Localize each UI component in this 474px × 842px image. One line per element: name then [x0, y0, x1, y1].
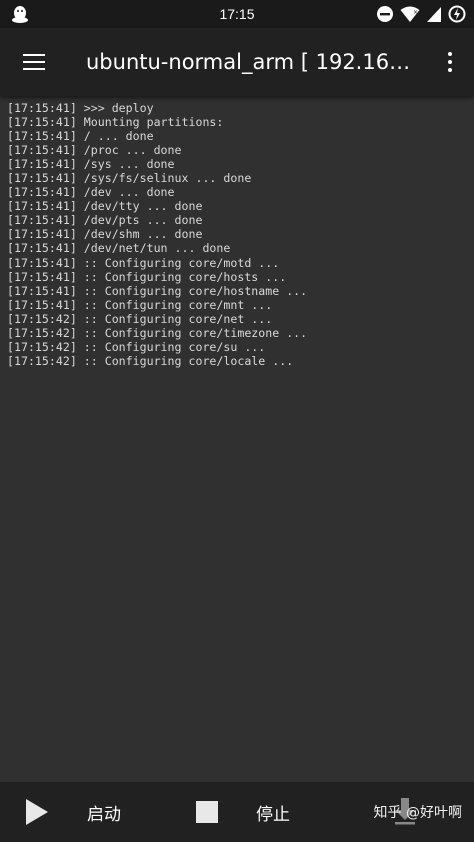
do-not-disturb-icon — [376, 5, 394, 23]
log-line: [17:15:41] Mounting partitions: — [7, 115, 224, 130]
more-vertical-icon — [448, 50, 452, 74]
log-line: [17:15:41] /sys ... done — [7, 157, 175, 172]
app-title: ubuntu-normal_arm [ 192.168... — [86, 50, 422, 74]
log-line: [17:15:41] :: Configuring core/mnt ... — [7, 297, 273, 312]
app-bar: ubuntu-normal_arm [ 192.168... — [0, 28, 474, 96]
battery-charging-icon — [448, 5, 466, 23]
play-icon — [26, 799, 48, 825]
log-line: [17:15:42] :: Configuring core/locale ..… — [7, 353, 294, 368]
log-line: [17:15:42] :: Configuring core/timezone … — [7, 325, 308, 340]
wifi-icon: × — [400, 5, 420, 23]
start-button[interactable]: 启动 — [26, 782, 121, 842]
more-options-button[interactable] — [438, 44, 462, 80]
log-line: [17:15:41] /dev/shm ... done — [7, 227, 203, 242]
log-line: [17:15:42] :: Configuring core/net ... — [7, 311, 273, 326]
qq-penguin-icon — [10, 4, 32, 24]
log-line: [17:15:42] :: Configuring core/su ... — [7, 339, 266, 354]
status-icons: × — [376, 4, 466, 24]
log-output[interactable]: [17:15:41] >>> deploy [17:15:41] Mounting… — [0, 96, 474, 782]
log-line: [17:15:41] /dev/pts ... done — [7, 213, 203, 228]
log-line: [17:15:41] :: Configuring core/motd ... — [7, 255, 280, 270]
menu-button[interactable] — [12, 40, 56, 84]
log-line: [17:15:41] /sys/fs/selinux ... done — [7, 171, 252, 186]
hamburger-menu-icon — [23, 52, 45, 73]
stop-button[interactable]: 停止 — [196, 782, 290, 842]
log-line: [17:15:41] /dev ... done — [7, 185, 175, 200]
bottom-toolbar: 启动 停止 知乎 @好叶啊 — [0, 782, 474, 842]
linux-deploy-screen: 17:15 × ubuntu-normal_arm [192.168... [… — [0, 0, 474, 842]
log-line: [17:15:41] /dev/net/tun ... done — [7, 241, 231, 256]
log-line: [17:15:41] >>> deploy — [7, 101, 154, 115]
watermark: 知乎 @好叶啊 — [373, 805, 462, 821]
stop-label: 停止 — [256, 804, 290, 825]
log-line: [17:15:41] / ... done — [7, 129, 154, 144]
signal-icon — [426, 5, 442, 23]
log-line: [17:15:41] /dev/tty ... done — [7, 199, 203, 214]
log-line: [17:15:41] :: Configuring core/hosts ... — [7, 269, 287, 284]
status-bar: 17:15 × — [0, 0, 474, 28]
log-line: [17:15:41] :: Configuring core/hostname … — [7, 283, 308, 298]
log-line: [17:15:41] /proc ... done — [7, 143, 182, 158]
start-label: 启动 — [87, 804, 121, 825]
stop-icon — [196, 801, 218, 823]
svg-text:×: × — [413, 9, 418, 16]
